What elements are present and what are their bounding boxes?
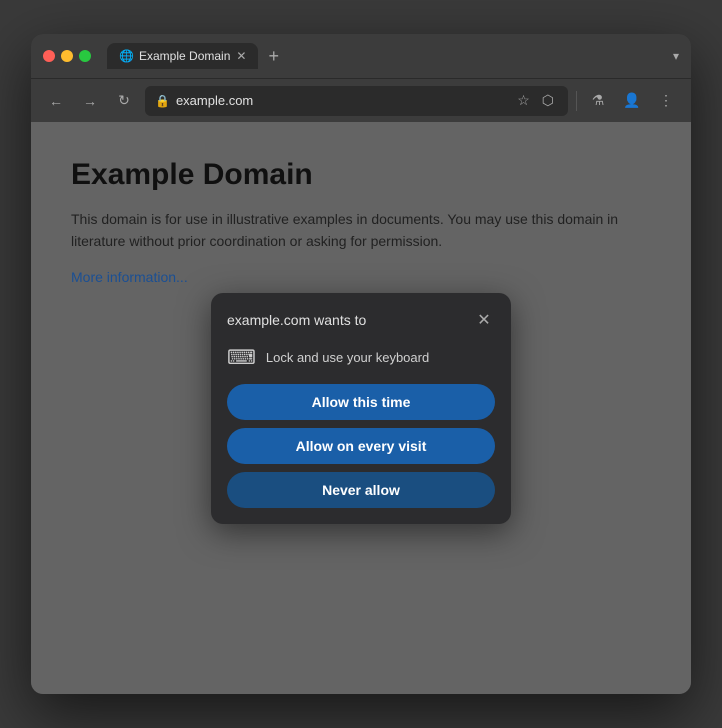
dialog-title: example.com wants to xyxy=(227,312,366,328)
bookmark-button[interactable]: ☆ xyxy=(513,90,534,111)
nav-bar: ← → ↻ 🔒 example.com ☆ ⬡ ⚗ 👤 ⋮ xyxy=(31,78,691,122)
dialog-permission: ⌨ Lock and use your keyboard xyxy=(227,345,495,370)
address-bar[interactable]: 🔒 example.com ☆ ⬡ xyxy=(145,86,568,116)
address-actions: ☆ ⬡ xyxy=(513,90,558,111)
menu-button[interactable]: ⋮ xyxy=(653,88,679,114)
title-bar: 🌐 Example Domain ✕ + ▾ xyxy=(31,34,691,78)
dialog-actions: Allow this time Allow on every visit Nev… xyxy=(227,384,495,508)
new-tab-button[interactable]: + xyxy=(262,44,285,69)
tab-chevron-icon[interactable]: ▾ xyxy=(673,49,679,63)
dialog-overlay: example.com wants to ✕ ⌨ Lock and use yo… xyxy=(31,122,691,694)
allow-every-visit-button[interactable]: Allow on every visit xyxy=(227,428,495,464)
browser-window: 🌐 Example Domain ✕ + ▾ ← → ↻ 🔒 example.c… xyxy=(31,34,691,694)
security-icon: 🔒 xyxy=(155,94,170,108)
close-traffic-light[interactable] xyxy=(43,50,55,62)
back-button[interactable]: ← xyxy=(43,88,69,114)
active-tab[interactable]: 🌐 Example Domain ✕ xyxy=(107,43,258,69)
tab-area: 🌐 Example Domain ✕ + xyxy=(107,43,665,69)
flask-button[interactable]: ⚗ xyxy=(585,88,611,114)
permission-text: Lock and use your keyboard xyxy=(266,350,429,365)
traffic-lights xyxy=(43,50,91,62)
reload-button[interactable]: ↻ xyxy=(111,88,137,114)
tab-title: Example Domain xyxy=(139,49,230,63)
never-allow-button[interactable]: Never allow xyxy=(227,472,495,508)
dialog-header: example.com wants to ✕ xyxy=(227,309,495,331)
address-text: example.com xyxy=(176,93,507,108)
account-button[interactable]: 👤 xyxy=(619,88,645,114)
page-content: Example Domain This domain is for use in… xyxy=(31,122,691,694)
nav-divider xyxy=(576,91,577,111)
extensions-button[interactable]: ⬡ xyxy=(538,90,558,111)
maximize-traffic-light[interactable] xyxy=(79,50,91,62)
allow-this-time-button[interactable]: Allow this time xyxy=(227,384,495,420)
tab-close-button[interactable]: ✕ xyxy=(236,49,246,63)
keyboard-icon: ⌨ xyxy=(227,345,256,370)
minimize-traffic-light[interactable] xyxy=(61,50,73,62)
permission-dialog: example.com wants to ✕ ⌨ Lock and use yo… xyxy=(211,293,511,524)
tab-favicon-icon: 🌐 xyxy=(119,49,133,63)
dialog-close-button[interactable]: ✕ xyxy=(473,309,495,331)
forward-button[interactable]: → xyxy=(77,88,103,114)
